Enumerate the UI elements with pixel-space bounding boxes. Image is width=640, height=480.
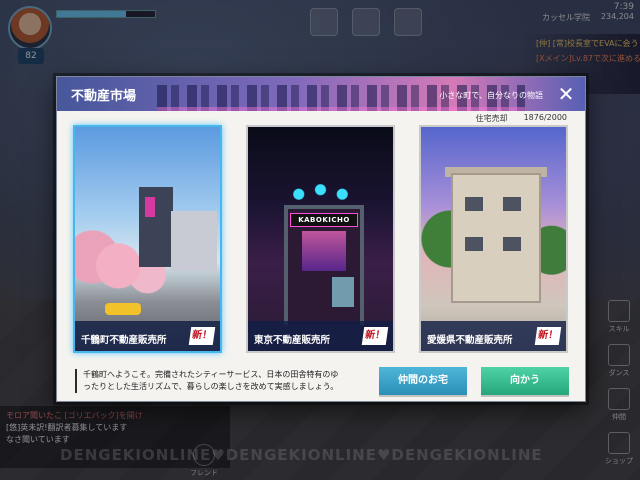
- stat-label: 住宅売却: [475, 114, 508, 123]
- scene-window: [503, 237, 521, 251]
- stat-value: 1876/2000: [523, 113, 567, 122]
- scene-window: [465, 197, 483, 211]
- go-button[interactable]: 向かう: [481, 367, 569, 395]
- description-text: 千鶴町へようこそ。完備されたシティーサービス、日本の田舎特有のゆったりとした生活…: [75, 369, 345, 393]
- real-estate-dialog: 不動産市場 小さな町で、自分なりの物語 ✕ 住宅売却 1876/2000 千鶴町…: [56, 76, 586, 402]
- new-badge: 新！: [188, 327, 216, 345]
- new-badge: 新！: [361, 327, 389, 345]
- scene-window: [465, 237, 483, 251]
- friend-home-button[interactable]: 仲間のお宅: [379, 367, 467, 395]
- new-badge: 新！: [534, 327, 562, 345]
- scene-car: [105, 303, 141, 315]
- card-ehime[interactable]: 愛媛県不動産販売所 新！: [419, 125, 568, 353]
- scene-building: [171, 211, 217, 271]
- house-sales-stat: 住宅売却 1876/2000: [476, 113, 567, 124]
- scene-door: [332, 277, 354, 307]
- close-button[interactable]: ✕: [553, 81, 579, 107]
- dialog-title: 不動産市場: [71, 89, 137, 104]
- dialog-header: 不動産市場 小さな町で、自分なりの物語 ✕: [57, 77, 585, 111]
- dialog-tagline: 小さな町で、自分なりの物語: [439, 91, 543, 100]
- scene-sign: KABOKICHO: [290, 213, 358, 227]
- card-chizurucho[interactable]: 千鶴町不動産販売所 新！: [73, 125, 222, 353]
- scene-glow: [302, 231, 346, 271]
- scene-banner: [145, 197, 155, 217]
- scene-window: [503, 197, 521, 211]
- office-cards: 千鶴町不動産販売所 新！ KABOKICHO 東京不動産販売所 新！ 愛媛県不動…: [73, 125, 568, 353]
- card-tokyo[interactable]: KABOKICHO 東京不動産販売所 新！: [246, 125, 395, 353]
